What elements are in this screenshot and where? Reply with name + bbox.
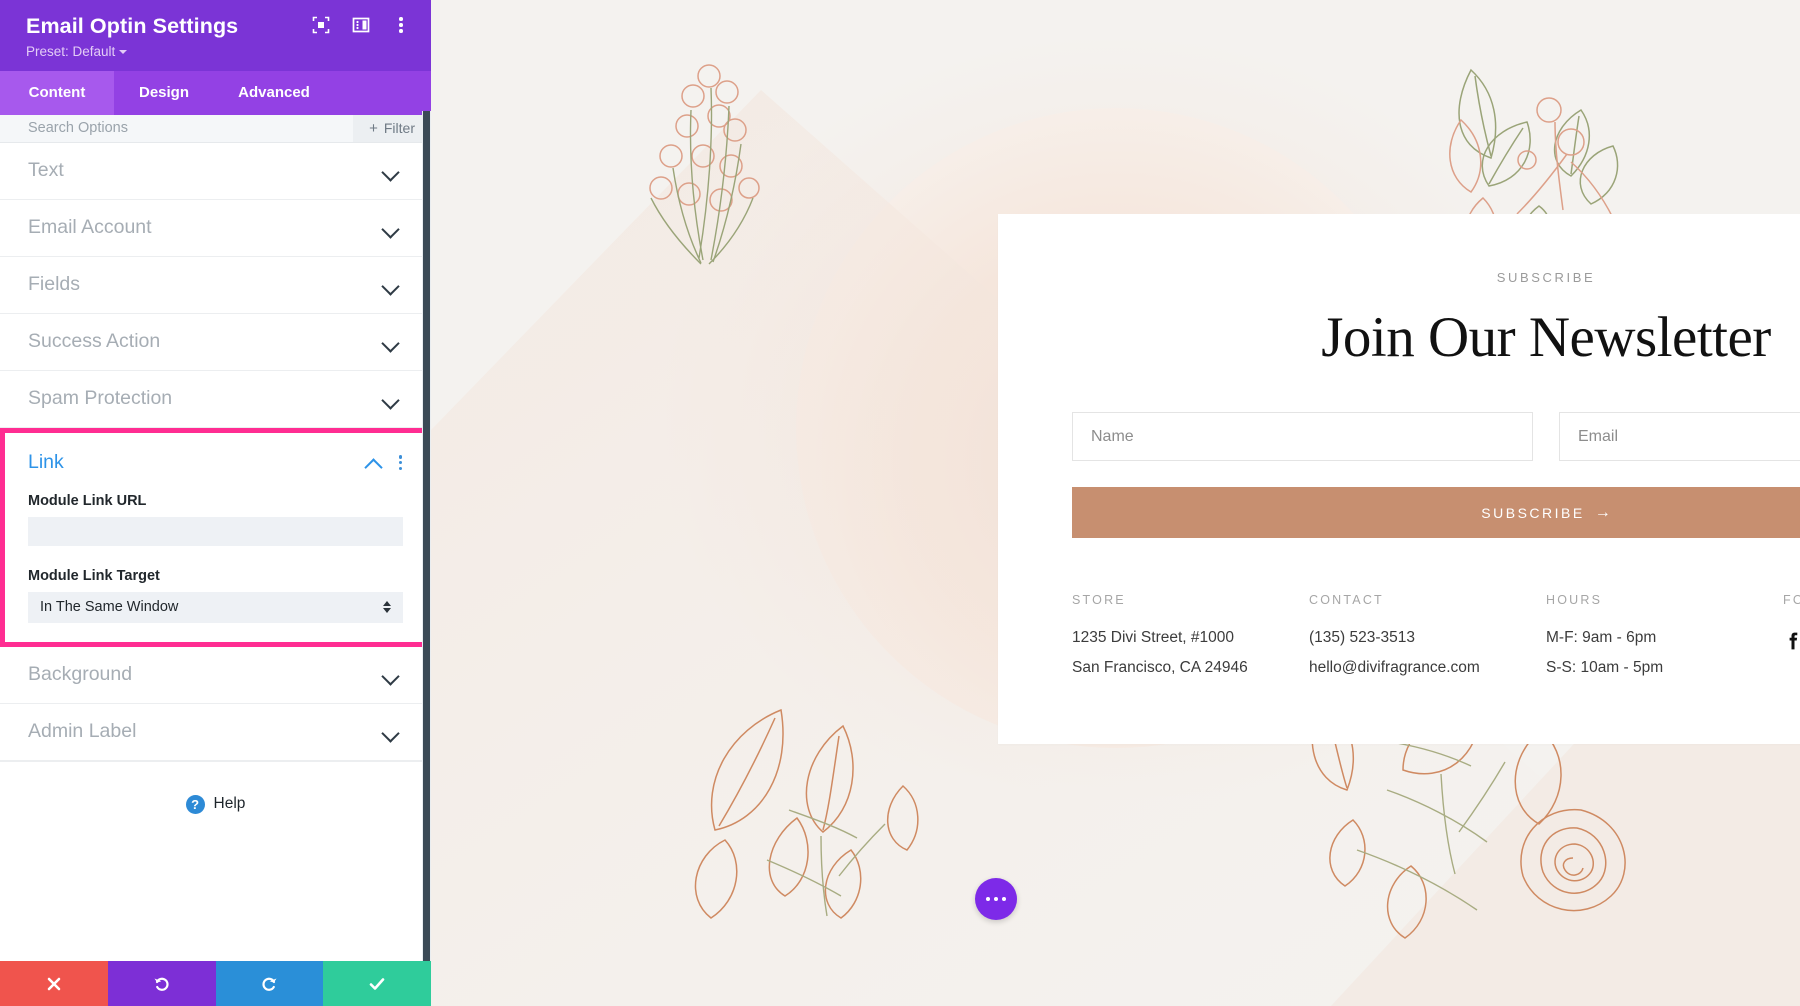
field-label: Module Link URL bbox=[28, 492, 147, 509]
help-icon: ? bbox=[185, 794, 205, 814]
botanical-roses-left-icon bbox=[694, 708, 919, 919]
name-input[interactable]: Name bbox=[1072, 412, 1533, 461]
sidebar-item-email-account[interactable]: Email Account bbox=[0, 200, 431, 257]
column-line: hello@divifragrance.com bbox=[1309, 659, 1480, 676]
column-line: 1235 Divi Street, #1000 bbox=[1072, 629, 1234, 646]
tab-design[interactable]: Design bbox=[114, 71, 214, 115]
tab-advanced[interactable]: Advanced bbox=[214, 71, 334, 115]
subscribe-label: SUBSCRIBE bbox=[1481, 504, 1585, 521]
column-title: CONTACT bbox=[1309, 593, 1384, 607]
section-label: Email Account bbox=[28, 216, 152, 239]
sidebar-item-background[interactable]: Background bbox=[0, 647, 431, 704]
section-label: Text bbox=[28, 159, 64, 182]
panel-header: Email Optin Settings Preset: Default bbox=[0, 0, 431, 71]
link-header-icons bbox=[365, 452, 406, 473]
module-link-url-field: Module Link URL bbox=[5, 493, 426, 546]
more-options-icon[interactable] bbox=[395, 452, 406, 473]
header-icon-group bbox=[311, 15, 411, 35]
settings-panel: Email Optin Settings Preset: Default Con… bbox=[0, 0, 431, 1006]
chevron-down-icon bbox=[382, 333, 399, 350]
column-title: FOLLOW bbox=[1783, 593, 1800, 607]
field-label: Module Link Target bbox=[28, 567, 160, 584]
sidebar-item-spam-protection[interactable]: Spam Protection bbox=[0, 371, 431, 428]
plus-icon: + bbox=[369, 119, 378, 137]
optin-info-columns: STORE 1235 Divi Street, #1000 San Franci… bbox=[1072, 593, 1800, 689]
more-options-icon[interactable] bbox=[391, 15, 411, 35]
tab-content[interactable]: Content bbox=[0, 70, 114, 115]
filter-button[interactable]: + Filter bbox=[353, 114, 431, 142]
email-optin-module[interactable]: SUBSCRIBE Join Our Newsletter Name Email… bbox=[998, 214, 1800, 744]
select-value: In The Same Window bbox=[40, 599, 179, 616]
chevron-down-icon bbox=[119, 50, 128, 55]
column-line: M-F: 9am - 6pm bbox=[1546, 629, 1657, 646]
optin-eyebrow: SUBSCRIBE bbox=[1496, 270, 1596, 285]
column-contact: CONTACT (135) 523-3513 hello@divifragran… bbox=[1309, 593, 1546, 689]
search-options-input[interactable]: Search Options bbox=[0, 115, 353, 142]
sidebar-item-success-action[interactable]: Success Action bbox=[0, 314, 431, 371]
sidebar-item-text[interactable]: Text bbox=[0, 143, 431, 200]
social-links bbox=[1783, 631, 1800, 651]
column-title: STORE bbox=[1072, 593, 1126, 607]
help-link[interactable]: ? Help bbox=[0, 760, 431, 847]
optin-headline: Join Our Newsletter bbox=[1321, 306, 1771, 369]
undo-button[interactable] bbox=[107, 961, 216, 1006]
section-label: Admin Label bbox=[28, 720, 137, 743]
chevron-down-icon bbox=[382, 276, 399, 293]
chevron-down-icon bbox=[382, 390, 399, 407]
optin-form-row: Name Email bbox=[1072, 412, 1800, 461]
module-link-url-input[interactable] bbox=[28, 516, 403, 546]
column-title: HOURS bbox=[1546, 593, 1603, 607]
chevron-up-icon[interactable] bbox=[365, 454, 382, 471]
sidebar-item-admin-label[interactable]: Admin Label bbox=[0, 704, 431, 761]
arrow-right-icon: → bbox=[1594, 503, 1611, 521]
focus-frame-icon[interactable] bbox=[311, 15, 331, 35]
section-label: Success Action bbox=[28, 330, 161, 353]
email-input[interactable]: Email bbox=[1559, 412, 1800, 461]
sidebar-item-fields[interactable]: Fields bbox=[0, 257, 431, 314]
column-line: S-S: 10am - 5pm bbox=[1546, 659, 1664, 676]
column-follow: FOLLOW bbox=[1783, 593, 1800, 689]
facebook-icon[interactable] bbox=[1783, 631, 1800, 651]
section-label: Fields bbox=[28, 273, 81, 296]
action-bar bbox=[0, 961, 431, 1006]
page-canvas: SUBSCRIBE Join Our Newsletter Name Email… bbox=[431, 0, 1800, 1006]
stepper-arrows-icon bbox=[383, 601, 391, 614]
scrollbar-thumb[interactable] bbox=[423, 111, 430, 961]
chevron-down-icon bbox=[382, 666, 399, 683]
chevron-down-icon bbox=[382, 219, 399, 236]
botanical-sprig-left-icon bbox=[649, 64, 760, 265]
app-root: Email Optin Settings Preset: Default Con… bbox=[0, 0, 1800, 1006]
chevron-down-icon bbox=[382, 162, 399, 179]
module-link-target-select[interactable]: In The Same Window bbox=[28, 591, 403, 623]
column-store: STORE 1235 Divi Street, #1000 San Franci… bbox=[1072, 593, 1309, 689]
panel-layout-icon[interactable] bbox=[351, 15, 371, 35]
section-label: Background bbox=[28, 663, 133, 686]
tab-bar: Content Design Advanced bbox=[0, 70, 431, 115]
preset-selector[interactable]: Preset: Default bbox=[26, 44, 411, 59]
sidebar-item-link[interactable]: Link bbox=[5, 433, 426, 493]
module-link-target-field: Module Link Target In The Same Window bbox=[5, 568, 426, 623]
cancel-button[interactable] bbox=[0, 961, 108, 1006]
vertical-dots bbox=[395, 14, 407, 36]
save-button[interactable] bbox=[323, 961, 431, 1006]
search-row: Search Options + Filter bbox=[0, 114, 431, 143]
column-line: (135) 523-3513 bbox=[1309, 629, 1415, 646]
subscribe-button[interactable]: SUBSCRIBE → bbox=[1072, 487, 1800, 538]
sections-list: Text Email Account Fields Success Action… bbox=[0, 142, 431, 961]
section-label: Link bbox=[28, 451, 64, 474]
column-hours: HOURS M-F: 9am - 6pm S-S: 10am - 5pm bbox=[1546, 593, 1783, 689]
help-label: Help bbox=[213, 795, 246, 813]
column-line: San Francisco, CA 24946 bbox=[1072, 659, 1248, 676]
redo-button[interactable] bbox=[215, 961, 324, 1006]
link-section-highlight: Link Module Link URL Module Link Target … bbox=[0, 427, 431, 647]
section-label: Spam Protection bbox=[28, 387, 173, 410]
module-settings-fab[interactable] bbox=[975, 878, 1017, 920]
panel-scrollbar[interactable] bbox=[422, 111, 431, 961]
chevron-down-icon bbox=[382, 723, 399, 740]
filter-label: Filter bbox=[383, 120, 415, 137]
